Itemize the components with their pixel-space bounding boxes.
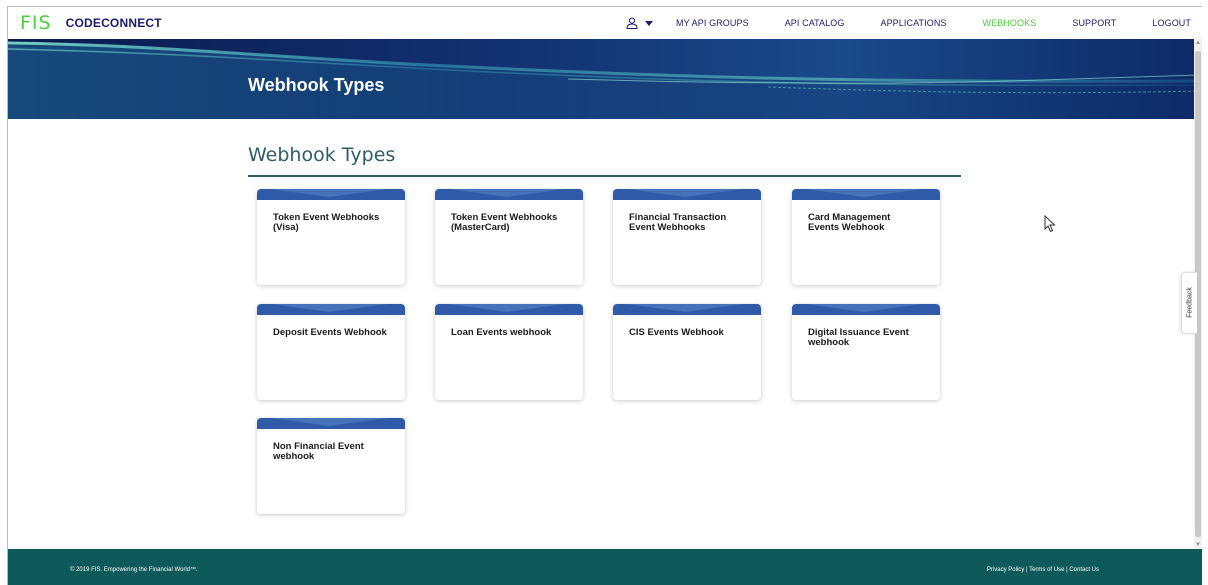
card-title: Card Management Events Webhook xyxy=(808,212,891,233)
webhook-card-non-financial[interactable]: Non Financial Event webhook xyxy=(257,418,405,514)
footer: © 2019 FIS. Empowering the Financial Wor… xyxy=(8,549,1202,585)
card-header-bar xyxy=(257,304,405,315)
footer-link-terms[interactable]: Terms of Use xyxy=(1029,567,1064,573)
webhook-card-loan[interactable]: Loan Events webhook xyxy=(435,304,583,400)
nav-menu: MY API GROUPS API CATALOG APPLICATIONS W… xyxy=(626,7,1202,39)
footer-link-contact[interactable]: Contact Us xyxy=(1069,567,1099,573)
user-menu[interactable] xyxy=(626,17,654,29)
footer-copyright: © 2019 FIS. Empowering the Financial Wor… xyxy=(70,567,198,573)
webhook-card-digital-issuance[interactable]: Digital Issuance Event webhook xyxy=(792,304,940,400)
user-icon xyxy=(626,17,638,29)
section-title: Webhook Types xyxy=(248,144,396,166)
card-header-bar xyxy=(613,304,761,315)
banner-wave-graphic xyxy=(8,41,1200,119)
webhook-card-card-management[interactable]: Card Management Events Webhook xyxy=(792,189,940,285)
card-header-bar xyxy=(257,189,405,200)
webhook-card-deposit[interactable]: Deposit Events Webhook xyxy=(257,304,405,400)
top-navigation: ···· FIS CODECONNECT MY API GROUPS API CA… xyxy=(8,7,1202,39)
main-content: Webhook Types Token Event Webhooks (Visa… xyxy=(8,119,1198,549)
footer-links: Privacy Policy | Terms of Use | Contact … xyxy=(987,567,1099,573)
footer-link-privacy[interactable]: Privacy Policy xyxy=(987,567,1024,573)
webhook-card-token-mastercard[interactable]: Token Event Webhooks (MasterCard) xyxy=(435,189,583,285)
brand-name: CODECONNECT xyxy=(65,16,162,30)
card-header-bar xyxy=(792,189,940,200)
card-header-bar xyxy=(257,418,405,429)
feedback-label: Feedback xyxy=(1186,287,1194,318)
card-title: Token Event Webhooks (MasterCard) xyxy=(451,212,558,233)
hero-banner: Webhook Types xyxy=(8,39,1200,119)
section-divider xyxy=(248,175,961,177)
card-title: Non Financial Event webhook xyxy=(273,441,364,462)
card-title: Financial Transaction Event Webhooks xyxy=(629,212,727,233)
scroll-up-arrow-icon[interactable]: ▲ xyxy=(1195,39,1201,47)
webhook-card-token-visa[interactable]: Token Event Webhooks (Visa) xyxy=(257,189,405,285)
webhook-card-cis[interactable]: CIS Events Webhook xyxy=(613,304,761,400)
feedback-tab[interactable]: Feedback xyxy=(1181,272,1197,334)
nav-logout[interactable]: LOGOUT xyxy=(1152,18,1191,28)
card-title: Digital Issuance Event webhook xyxy=(808,327,909,348)
logo[interactable]: ···· FIS CODECONNECT xyxy=(20,13,162,33)
card-title: Deposit Events Webhook xyxy=(273,327,387,338)
banner-title: Webhook Types xyxy=(248,75,385,95)
fis-logo: ···· FIS xyxy=(20,12,52,34)
nav-my-api-groups[interactable]: MY API GROUPS xyxy=(676,18,749,28)
card-title: Loan Events webhook xyxy=(451,327,552,338)
nav-webhooks[interactable]: WEBHOOKS xyxy=(983,18,1037,28)
scroll-down-arrow-icon[interactable]: ▼ xyxy=(1195,541,1201,549)
card-title: CIS Events Webhook xyxy=(629,327,724,338)
card-header-bar xyxy=(792,304,940,315)
card-title: Token Event Webhooks (Visa) xyxy=(273,212,380,233)
nav-api-catalog[interactable]: API CATALOG xyxy=(785,18,845,28)
card-header-bar xyxy=(613,189,761,200)
caret-down-icon xyxy=(645,21,654,26)
nav-support[interactable]: SUPPORT xyxy=(1072,18,1116,28)
browser-viewport: ···· FIS CODECONNECT MY API GROUPS API CA… xyxy=(7,6,1202,585)
mouse-pointer-icon xyxy=(1044,215,1056,233)
webhook-card-financial-transaction[interactable]: Financial Transaction Event Webhooks xyxy=(613,189,761,285)
card-header-bar xyxy=(435,189,583,200)
nav-applications[interactable]: APPLICATIONS xyxy=(880,18,946,28)
card-header-bar xyxy=(435,304,583,315)
